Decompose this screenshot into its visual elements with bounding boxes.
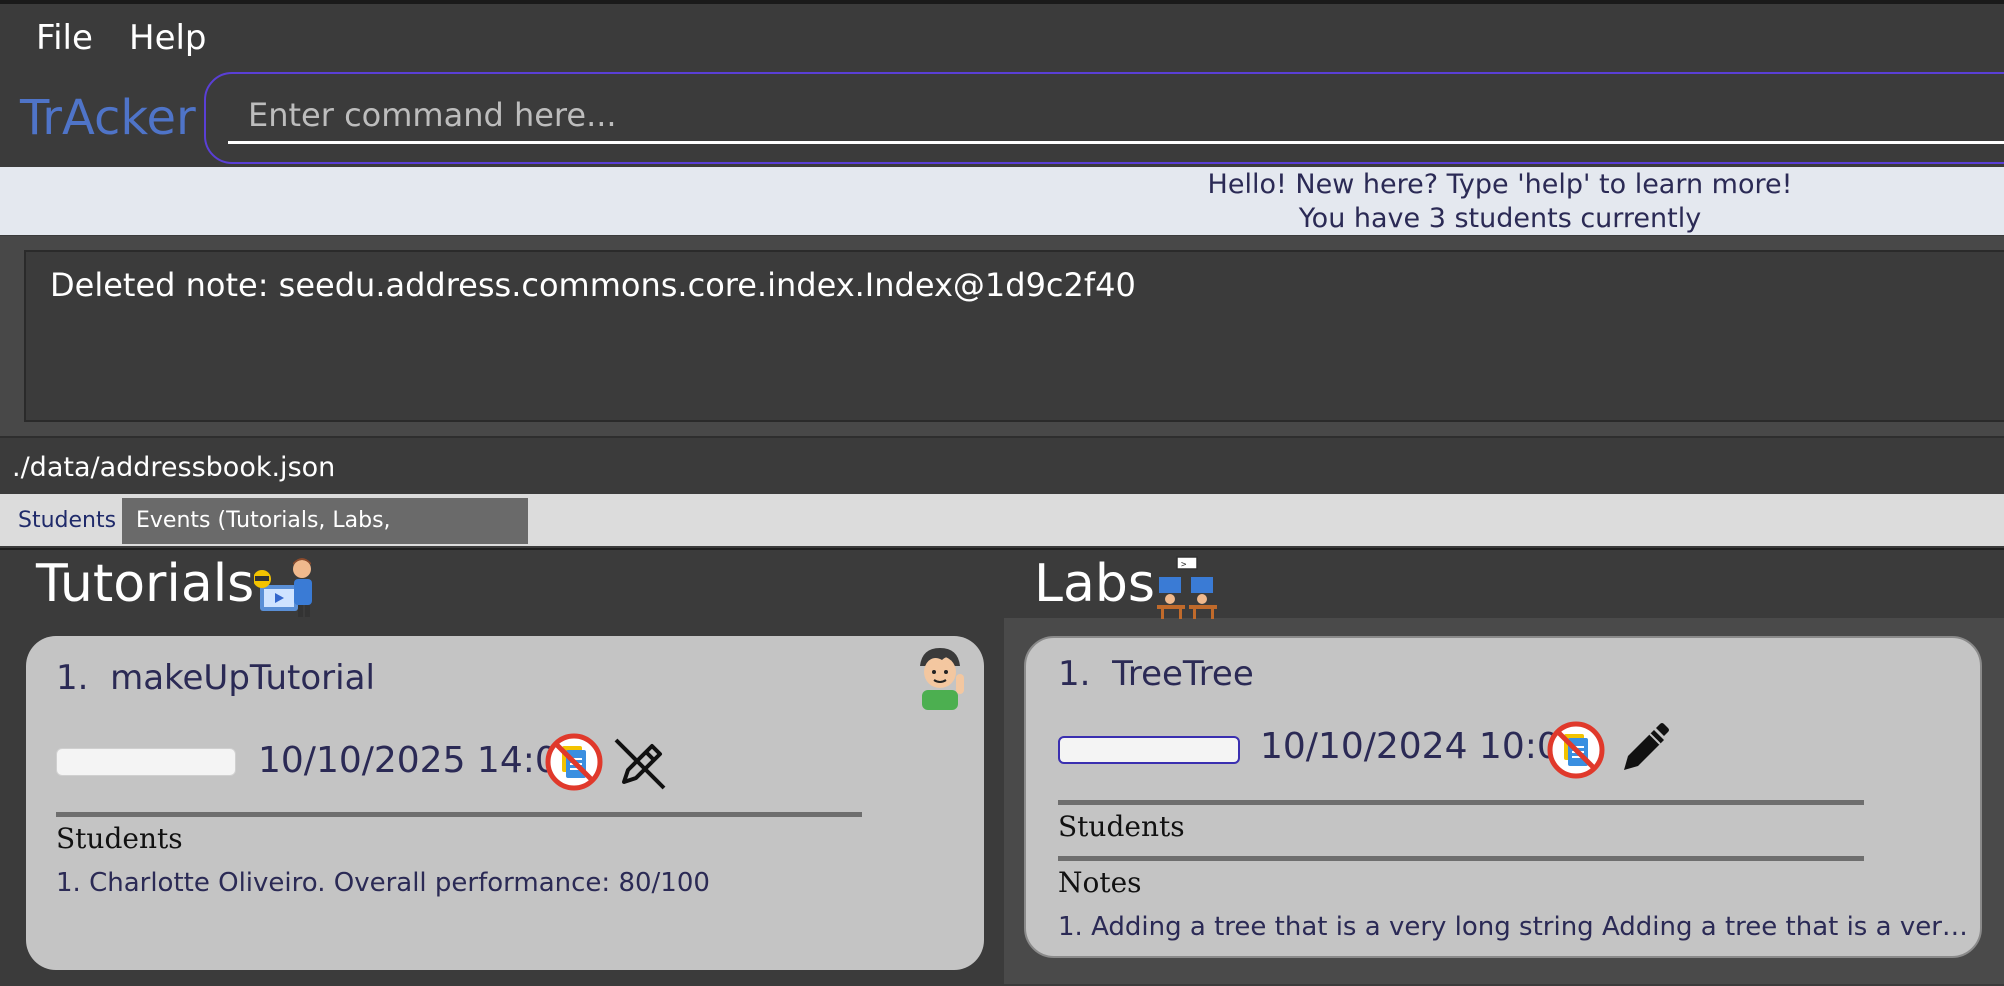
tutorial-index: 1. — [56, 658, 89, 698]
student-count-message: You have 3 students currently — [1298, 203, 1702, 234]
status-bar: ./data/addressbook.json — [0, 436, 2004, 496]
welcome-message: Hello! New here? Type 'help' to learn mo… — [1207, 169, 1793, 200]
result-display[interactable]: Deleted note: seedu.address.commons.core… — [24, 250, 2004, 422]
lab-students-heading: Students — [1058, 810, 1185, 843]
lab-note-item: 1. Adding a tree that is a very long str… — [1058, 912, 1968, 942]
lab-card[interactable]: 1. TreeTree 10/10/2024 10:00 Students No… — [1024, 636, 1982, 958]
app-brand: TrAcker — [20, 90, 196, 146]
storage-path: ./data/addressbook.json — [12, 452, 336, 483]
tutorials-heading: Tutorials — [36, 554, 318, 619]
no-document-icon[interactable] — [544, 732, 604, 792]
tab-events[interactable]: Events (Tutorials, Labs, Consultations) — [122, 498, 528, 579]
labs-heading: Labs >_ — [1034, 554, 1219, 619]
tutorial-progress-bar — [56, 748, 236, 776]
status-banner: Hello! New here? Type 'help' to learn mo… — [0, 167, 2004, 235]
student-avatar-icon — [920, 648, 964, 710]
menu-help[interactable]: Help — [129, 18, 207, 58]
menu-file[interactable]: File — [36, 18, 93, 58]
tutorials-title: Tutorials — [36, 554, 255, 614]
lab-notes-heading: Notes — [1058, 866, 1142, 899]
menu-bar: File Help — [0, 8, 2004, 70]
tutorial-name: makeUpTutorial — [110, 658, 375, 698]
command-input[interactable] — [228, 88, 2004, 144]
tutorial-divider — [56, 812, 862, 817]
no-edit-pencil-icon[interactable] — [610, 732, 670, 792]
svg-text:>_: >_ — [1181, 560, 1192, 570]
labs-title: Labs — [1034, 554, 1155, 614]
command-box — [204, 72, 2004, 164]
tutorial-card-title: 1. makeUpTutorial — [56, 658, 375, 698]
lab-divider-notes — [1058, 856, 1864, 861]
lab-progress-bar — [1058, 736, 1240, 764]
pencil-icon[interactable] — [1614, 718, 1674, 778]
tutorial-card[interactable]: 1. makeUpTutorial 10/10/2025 14:00 Stude… — [26, 636, 984, 970]
lab-card-title: 1. TreeTree — [1058, 654, 1254, 694]
tab-students[interactable]: Students — [4, 498, 120, 544]
computer-lab-icon: >_ — [1156, 556, 1217, 619]
lab-datetime: 10/10/2024 10:00 — [1260, 726, 1583, 767]
tutorial-student-item: 1. Charlotte Oliveiro. Overall performan… — [56, 868, 710, 898]
app-window: File Help TrAcker Hello! New here? Type … — [0, 0, 2004, 986]
tutorial-students-heading: Students — [56, 822, 183, 855]
tab-bar: Students Events (Tutorials, Labs, Consul… — [0, 494, 2004, 579]
lab-divider-students — [1058, 800, 1864, 805]
teacher-laptop-icon — [254, 558, 313, 617]
tutorial-datetime: 10/10/2025 14:00 — [258, 740, 581, 781]
lab-name: TreeTree — [1112, 654, 1254, 694]
lab-index: 1. — [1058, 654, 1091, 694]
result-message: Deleted note: seedu.address.commons.core… — [50, 266, 1136, 304]
no-document-icon[interactable] — [1546, 720, 1606, 780]
